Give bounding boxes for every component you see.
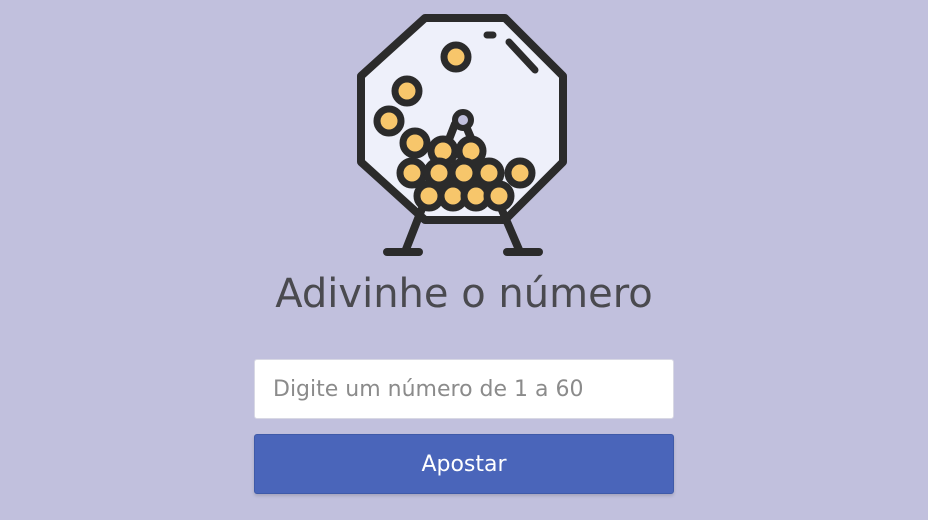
ball xyxy=(413,180,445,212)
ball xyxy=(504,157,536,189)
lottery-drum-icon xyxy=(355,12,575,262)
stand-pivot xyxy=(452,109,474,131)
guess-number-input[interactable] xyxy=(254,359,674,419)
bet-button[interactable]: Apostar xyxy=(254,434,674,494)
ball xyxy=(483,180,515,212)
ball xyxy=(391,75,423,107)
ball xyxy=(373,105,405,137)
ball xyxy=(399,127,431,159)
ball xyxy=(396,157,428,189)
ball xyxy=(440,41,472,73)
page-title: Adivinhe o número xyxy=(275,271,653,317)
